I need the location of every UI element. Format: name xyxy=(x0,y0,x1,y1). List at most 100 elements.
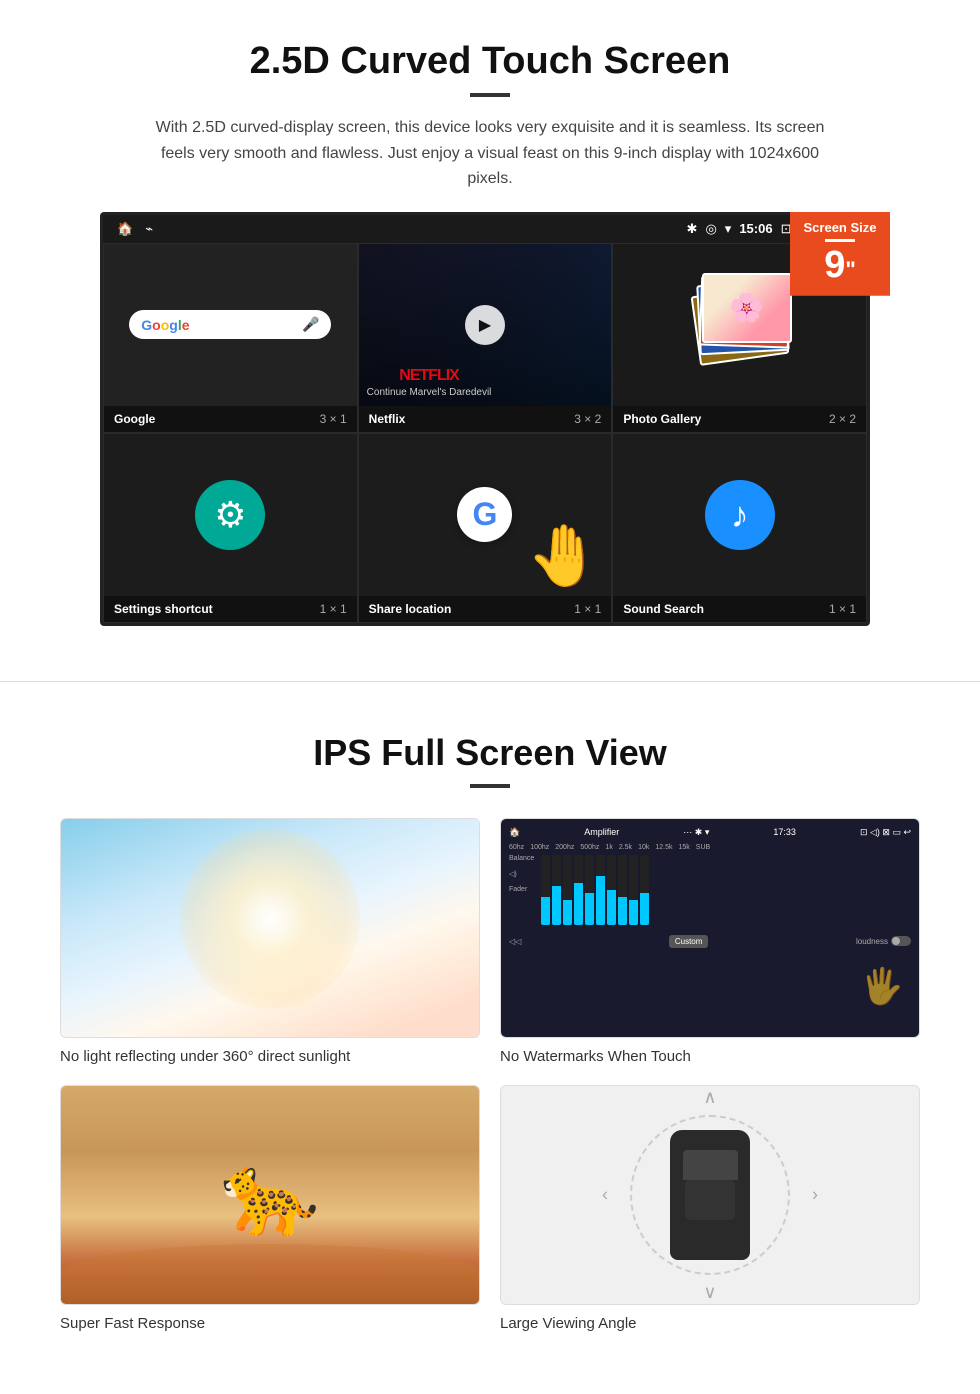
cheetah-icon: 🐆 xyxy=(220,1148,320,1242)
ips-card-cheetah: 🐆 Super Fast Response xyxy=(60,1085,480,1332)
car-arrow-left: ‹ xyxy=(602,1184,608,1205)
amp-icons: ⊡ ◁) ⊠ ▭ ↩ xyxy=(860,827,911,838)
google-logo: Google xyxy=(141,317,189,333)
gallery-label-bar: Photo Gallery 2 × 2 xyxy=(613,406,866,432)
settings-grid-size: 1 × 1 xyxy=(320,602,347,616)
amp-header: 🏠 Amplifier ⋯ ✱ ▾ 17:33 ⊡ ◁) ⊠ ▭ ↩ xyxy=(509,827,911,838)
photo-stack: 🌸 xyxy=(680,265,800,385)
badge-underline xyxy=(825,239,855,242)
amp-side-labels: Balance◁)Fader xyxy=(509,855,911,925)
gallery-app-name: Photo Gallery xyxy=(623,412,701,426)
netflix-play-button[interactable]: ▶ xyxy=(465,305,505,345)
google-app-cell[interactable]: Google 🎤 Google 3 × 1 xyxy=(103,243,358,433)
app-grid-row1: Google 🎤 Google 3 × 1 ▶ xyxy=(103,243,867,433)
location-icon: ◎ xyxy=(705,221,716,237)
sound-grid-size: 1 × 1 xyxy=(829,602,856,616)
section2-title: IPS Full Screen View xyxy=(60,732,920,774)
badge-label: Screen Size xyxy=(800,220,880,235)
amp-loudness-toggle[interactable]: loudness xyxy=(856,936,911,946)
section-curved-screen: 2.5D Curved Touch Screen With 2.5D curve… xyxy=(0,0,980,661)
sun-glow xyxy=(180,829,360,1009)
car-arrow-bottom: ∨ xyxy=(703,1282,716,1303)
settings-label-bar: Settings shortcut 1 × 1 xyxy=(104,596,357,622)
netflix-logo: NETFLIX xyxy=(367,367,492,385)
google-app-name: Google xyxy=(114,412,155,426)
ips-card-sunlight: No light reflecting under 360° direct su… xyxy=(60,818,480,1065)
section-divider xyxy=(0,681,980,682)
cheetah-image-box: 🐆 xyxy=(60,1085,480,1305)
google-search-bar[interactable]: Google 🎤 xyxy=(129,310,331,339)
camera-icon: ⊡ xyxy=(781,221,792,237)
amp-footer: ◁◁ Custom loudness xyxy=(509,935,911,948)
bluetooth-icon: ✱ xyxy=(687,221,698,237)
section2-underline xyxy=(470,784,510,788)
status-time: 15:06 xyxy=(739,221,772,236)
share-cell-content: G 🤚 xyxy=(359,434,612,596)
sound-app-name: Sound Search xyxy=(623,602,704,616)
section-ips: IPS Full Screen View No light reflecting… xyxy=(0,702,980,1372)
amp-back-icon: ◁◁ xyxy=(509,937,521,946)
app-grid-row2: ⚙ Settings shortcut 1 × 1 G 🤚 Sh xyxy=(103,433,867,623)
netflix-subtitle: Continue Marvel's Daredevil xyxy=(367,387,492,398)
netflix-overlay: NETFLIX Continue Marvel's Daredevil xyxy=(367,367,492,398)
netflix-app-name: Netflix xyxy=(369,412,406,426)
car-windshield xyxy=(683,1150,738,1180)
mic-icon: 🎤 xyxy=(302,316,319,333)
settings-icon-bg: ⚙ xyxy=(195,480,265,550)
device-mockup: Screen Size 9" 🏠 ⌁ ✱ ◎ ▾ 15:06 ⊡ ◁) ⊠ xyxy=(100,212,880,626)
ips-card-car: › ‹ ∧ ∨ Large Viewing Angle xyxy=(500,1085,920,1332)
sunlight-image-box xyxy=(60,818,480,1038)
amplifier-screen: 🏠 Amplifier ⋯ ✱ ▾ 17:33 ⊡ ◁) ⊠ ▭ ↩ 60hz1… xyxy=(501,819,919,1037)
title-underline xyxy=(470,93,510,97)
google-maps-icon: G xyxy=(457,487,512,542)
car-arrow-top: ∧ xyxy=(703,1087,716,1108)
amp-custom-button[interactable]: Custom xyxy=(669,935,709,948)
amp-freq-labels: 60hz100hz200hz500hz1k2.5k10k12.5k15kSUB xyxy=(509,844,911,851)
dust-bg xyxy=(61,1244,479,1304)
settings-cell-content: ⚙ xyxy=(104,434,357,596)
cheetah-image: 🐆 xyxy=(61,1086,479,1304)
google-cell-content: Google 🎤 xyxy=(104,244,357,406)
cheetah-label: Super Fast Response xyxy=(60,1315,480,1332)
amp-equalizer-bars xyxy=(541,855,911,925)
section1-description: With 2.5D curved-display screen, this de… xyxy=(140,115,840,192)
section1-title: 2.5D Curved Touch Screen xyxy=(60,40,920,83)
sound-cell-content: ♪ xyxy=(613,434,866,596)
share-label-bar: Share location 1 × 1 xyxy=(359,596,612,622)
wifi-icon: ▾ xyxy=(725,221,732,237)
amp-home-icon: 🏠 xyxy=(509,827,520,838)
music-note-icon: ♪ xyxy=(731,494,749,536)
badge-size: 9" xyxy=(824,244,856,286)
photo-card-4: 🌸 xyxy=(702,273,792,343)
car-image-box: › ‹ ∧ ∨ xyxy=(500,1085,920,1305)
share-app-name: Share location xyxy=(369,602,452,616)
netflix-cell-content: ▶ NETFLIX Continue Marvel's Daredevil xyxy=(359,244,612,406)
netflix-grid-size: 3 × 2 xyxy=(574,412,601,426)
music-icon-bg: ♪ xyxy=(705,480,775,550)
settings-app-name: Settings shortcut xyxy=(114,602,213,616)
usb-icon: ⌁ xyxy=(145,221,153,237)
amp-time: 17:33 xyxy=(773,827,796,837)
google-label-bar: Google 3 × 1 xyxy=(104,406,357,432)
amp-title: Amplifier xyxy=(584,827,619,837)
sound-label-bar: Sound Search 1 × 1 xyxy=(613,596,866,622)
status-left: 🏠 ⌁ xyxy=(117,221,153,237)
amplifier-label: No Watermarks When Touch xyxy=(500,1048,920,1065)
flower-emoji: 🌸 xyxy=(729,291,764,324)
google-grid-size: 3 × 1 xyxy=(320,412,347,426)
share-app-cell[interactable]: G 🤚 Share location 1 × 1 xyxy=(358,433,613,623)
amp-settings-icon: ⋯ ✱ ▾ xyxy=(683,827,709,838)
share-grid-size: 1 × 1 xyxy=(574,602,601,616)
device-screen: 🏠 ⌁ ✱ ◎ ▾ 15:06 ⊡ ◁) ⊠ ▭ xyxy=(100,212,870,626)
car-roof xyxy=(685,1180,735,1220)
car-image: › ‹ ∧ ∨ xyxy=(501,1086,919,1304)
car-circle: › ‹ ∧ ∨ xyxy=(630,1115,790,1275)
status-bar: 🏠 ⌁ ✱ ◎ ▾ 15:06 ⊡ ◁) ⊠ ▭ xyxy=(103,215,867,243)
sunlight-image xyxy=(61,819,479,1037)
gear-icon: ⚙ xyxy=(214,494,246,536)
home-icon: 🏠 xyxy=(117,221,133,237)
netflix-app-cell[interactable]: ▶ NETFLIX Continue Marvel's Daredevil Ne… xyxy=(358,243,613,433)
sound-app-cell[interactable]: ♪ Sound Search 1 × 1 xyxy=(612,433,867,623)
settings-app-cell[interactable]: ⚙ Settings shortcut 1 × 1 xyxy=(103,433,358,623)
netflix-label-bar: Netflix 3 × 2 xyxy=(359,406,612,432)
